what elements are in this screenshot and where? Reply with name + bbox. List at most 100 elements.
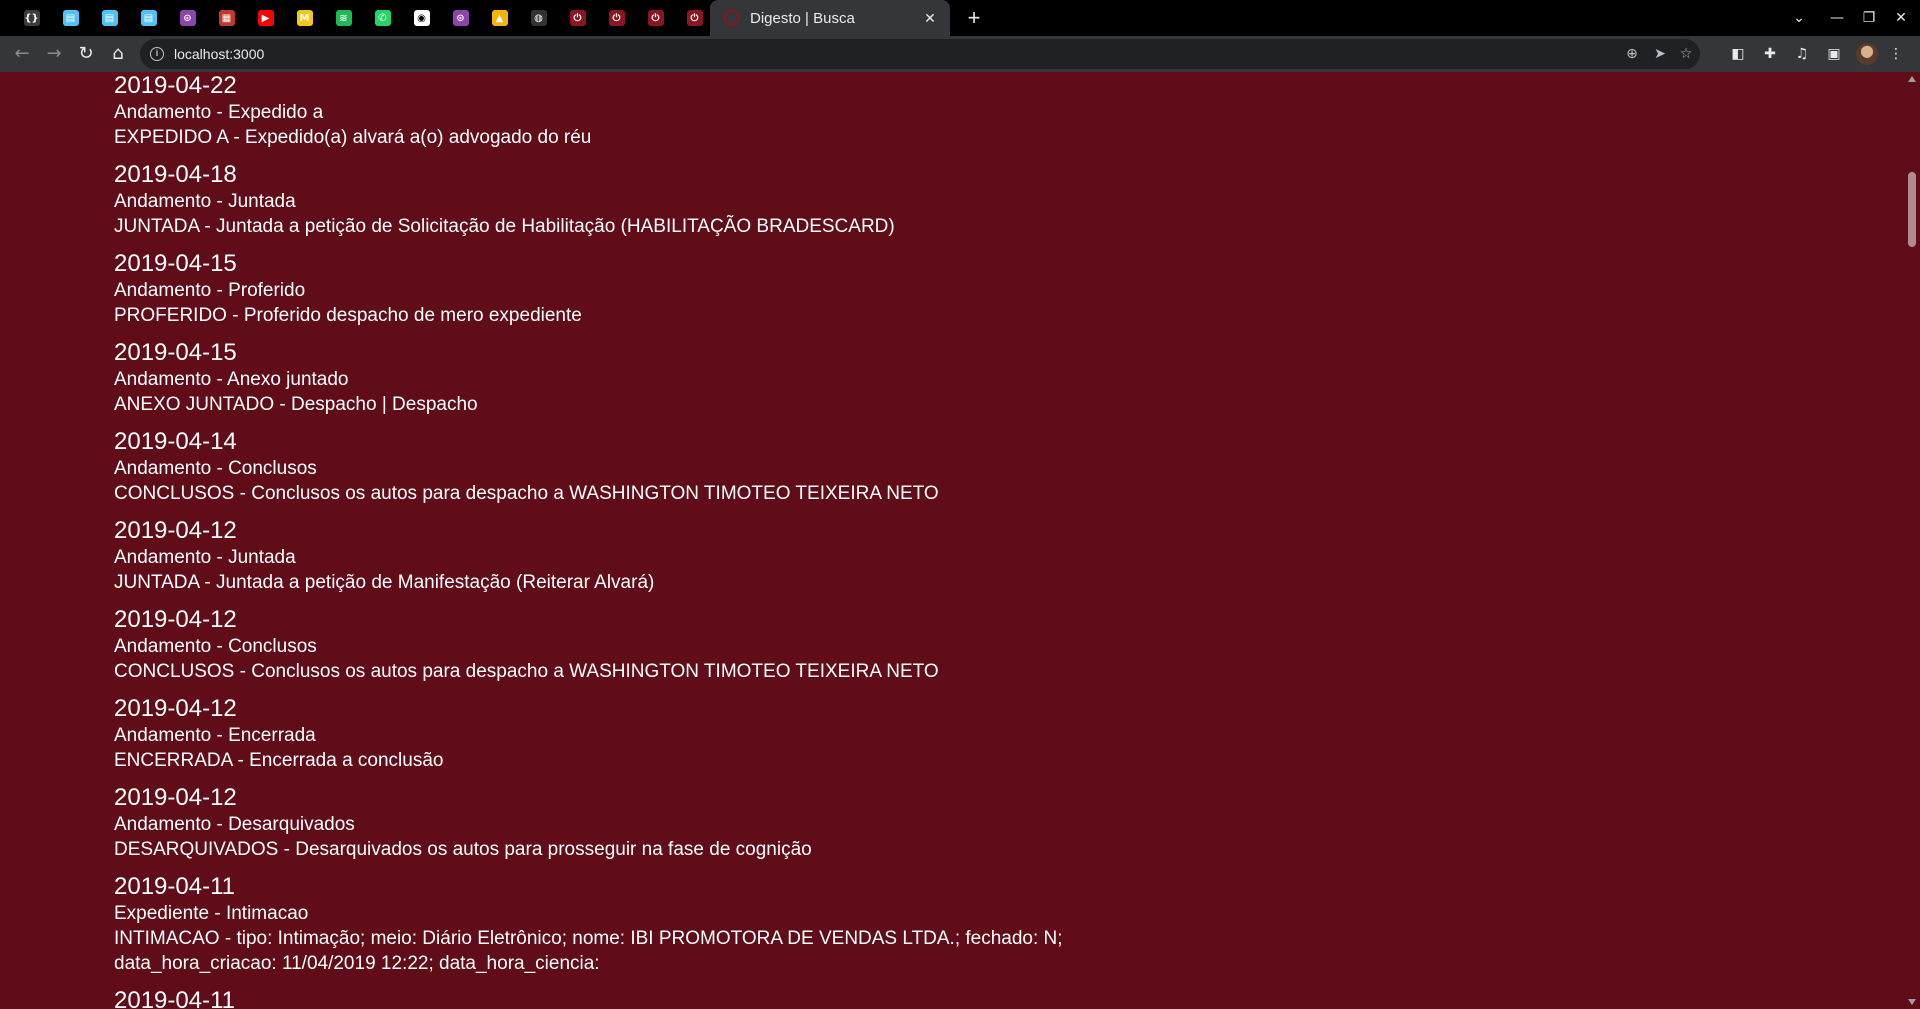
entry-type: Andamento - Conclusos xyxy=(114,458,317,479)
entry-type: Andamento - Encerrada xyxy=(114,725,316,746)
entry-date: 2019-04-12 xyxy=(114,695,237,722)
pinned-tab[interactable]: ≋ xyxy=(324,0,363,36)
youtube-icon: ▶ xyxy=(257,10,274,26)
pinned-tab[interactable]: ⏻ xyxy=(597,0,636,36)
power-icon: ⏻ xyxy=(569,10,586,26)
pinned-tab[interactable]: ▦ xyxy=(207,0,246,36)
spotify-icon: ≋ xyxy=(335,10,352,26)
entry-description: INTIMACAO - tipo: Intimação; meio: Diári… xyxy=(114,928,1063,974)
window-close-button[interactable]: ✕ xyxy=(1884,0,1918,36)
page-scrollbar[interactable] xyxy=(1904,72,1920,1009)
home-button[interactable]: ⌂ xyxy=(104,40,132,68)
pinned-tab[interactable]: ▤ xyxy=(51,0,90,36)
media-controls-icon[interactable]: ♫ xyxy=(1788,40,1816,68)
side-panel-icon[interactable]: ▣ xyxy=(1820,40,1848,68)
timeline-entry: 2019-04-11Andamento - Expedido a xyxy=(114,987,1174,1009)
entry-type: Andamento - Proferido xyxy=(114,280,306,301)
timeline-entry: 2019-04-12 Andamento - Juntada JUNTADA - J… xyxy=(114,517,1174,595)
entry-description: DESARQUIVADOS - Desarquivados os autos p… xyxy=(114,839,812,860)
entry-date: 2019-04-12 xyxy=(114,784,237,811)
pinned-tab[interactable]: ◍ xyxy=(519,0,558,36)
pinned-tab[interactable]: ▶ xyxy=(246,0,285,36)
notes-page-icon: ▤ xyxy=(62,10,79,26)
entry-date: 2019-04-22 xyxy=(114,72,237,99)
new-tab-button[interactable]: + xyxy=(960,4,988,32)
timeline-entry: 2019-04-12 Andamento - Encerrada ENCERRADA… xyxy=(114,695,1174,773)
purple-circle-icon: ⊙ xyxy=(452,10,469,26)
red-grid-icon: ▦ xyxy=(218,10,235,26)
entry-date: 2019-04-15 xyxy=(114,250,237,277)
timeline-entry: 2019-04-12 Andamento - Desarquivados DESAR… xyxy=(114,784,1174,862)
pinned-tab[interactable]: ⏻ xyxy=(558,0,597,36)
profile-avatar[interactable] xyxy=(1856,43,1878,65)
purple-circle-icon: ⊙ xyxy=(179,10,196,26)
entry-type: Andamento - Juntada xyxy=(114,191,296,212)
google-drive-icon: ▲ xyxy=(491,10,508,26)
entry-date: 2019-04-15 xyxy=(114,339,237,366)
pinned-tab[interactable]: ▤ xyxy=(90,0,129,36)
entry-date: 2019-04-12 xyxy=(114,517,237,544)
timeline-entry: 2019-04-22 Andamento - Expedido a EXPEDIDO… xyxy=(114,72,1174,150)
pinned-tab[interactable]: ▲ xyxy=(480,0,519,36)
timeline-entry: 2019-04-15 Andamento - Proferido PROFERIDO… xyxy=(114,250,1174,328)
power-icon: ⏻ xyxy=(686,10,703,26)
notes-page-icon: ▤ xyxy=(101,10,118,26)
extension-icon[interactable]: ◧ xyxy=(1724,40,1752,68)
entry-description: JUNTADA - Juntada a petição de Manifesta… xyxy=(114,572,655,593)
scroll-up-arrow-icon[interactable] xyxy=(1908,76,1916,82)
browser-menu-icon[interactable]: ⋮ xyxy=(1882,40,1910,68)
scroll-down-arrow-icon[interactable] xyxy=(1908,999,1916,1005)
restore-button[interactable]: ❐ xyxy=(1852,0,1886,36)
pinned-tab[interactable]: ⊙ xyxy=(441,0,480,36)
pinned-tab[interactable]: ✆ xyxy=(363,0,402,36)
forward-button[interactable]: → xyxy=(40,40,68,68)
entry-description: CONCLUSOS - Conclusos os autos para desp… xyxy=(114,661,939,682)
bookmark-star-icon[interactable]: ☆ xyxy=(1672,39,1700,69)
minimize-button[interactable]: — xyxy=(1820,0,1854,36)
tab-search-icon[interactable]: ⌄ xyxy=(1782,0,1816,36)
entry-date: 2019-04-14 xyxy=(114,428,237,455)
github-icon: ◍ xyxy=(530,10,547,26)
pinned-tab[interactable]: ⏻ xyxy=(675,0,714,36)
timeline-entry: 2019-04-14 Andamento - Conclusos CONCLUSOS… xyxy=(114,428,1174,506)
entry-date: 2019-04-11 xyxy=(114,987,235,1009)
zoom-icon[interactable]: ⊕ xyxy=(1618,39,1646,69)
pinned-tabs: {} ▤ ▤ ▤ ⊙ ▦ ▶ M ≋ ✆ ◉ ⊙ ▲ ◍ ⏻ ⏻ ⏻ ⏻ xyxy=(0,0,714,36)
entry-type: Andamento - Juntada xyxy=(114,547,296,568)
entry-date: 2019-04-11 xyxy=(114,873,235,900)
back-button[interactable]: ← xyxy=(8,40,36,68)
browser-tab-strip: {} ▤ ▤ ▤ ⊙ ▦ ▶ M ≋ ✆ ◉ ⊙ ▲ ◍ ⏻ ⏻ ⏻ ⏻ Digesto | Busca ✕ + … xyxy=(0,0,1920,36)
tab-favicon-icon xyxy=(724,10,740,26)
pinned-tab[interactable]: ⏻ xyxy=(636,0,675,36)
timeline-entry: 2019-04-15 Andamento - Anexo juntado ANEXO… xyxy=(114,339,1174,417)
tab-close-icon[interactable]: ✕ xyxy=(920,10,940,27)
tab-digesto-busca[interactable]: Digesto | Busca ✕ xyxy=(710,0,950,36)
entry-description: EXPEDIDO A - Expedido(a) alvará a(o) adv… xyxy=(114,127,592,148)
pinned-tab[interactable]: M xyxy=(285,0,324,36)
browser-toolbar: ← → ↻ ⌂ i localhost:3000 ⊕ ➤ ☆ ◧ ✚ ♫ ▣ ⋮ xyxy=(0,36,1920,72)
url-text[interactable]: localhost:3000 xyxy=(174,39,264,69)
timeline-entry: 2019-04-18 Andamento - Juntada JUNTADA - J… xyxy=(114,161,1174,239)
pinned-tab[interactable]: ▤ xyxy=(129,0,168,36)
entry-date: 2019-04-18 xyxy=(114,161,237,188)
pinned-tab[interactable]: ◉ xyxy=(402,0,441,36)
entry-description: JUNTADA - Juntada a petição de Solicitaç… xyxy=(114,216,895,237)
pinned-tab[interactable]: ⊙ xyxy=(168,0,207,36)
entry-type: Expediente - Intimacao xyxy=(114,903,309,924)
scrollbar-thumb[interactable] xyxy=(1908,172,1916,247)
entry-type: Andamento - Conclusos xyxy=(114,636,317,657)
reload-button[interactable]: ↻ xyxy=(72,40,100,68)
address-bar[interactable]: i localhost:3000 ⊕ ➤ ☆ xyxy=(140,39,1700,69)
send-icon[interactable]: ➤ xyxy=(1646,39,1674,69)
entry-type: Andamento - Anexo juntado xyxy=(114,369,349,390)
site-info-icon[interactable]: i xyxy=(150,47,164,61)
entry-date: 2019-04-12 xyxy=(114,606,237,633)
extensions-puzzle-icon[interactable]: ✚ xyxy=(1756,40,1784,68)
power-icon: ⏻ xyxy=(608,10,625,26)
entry-type: Andamento - Expedido a xyxy=(114,102,324,123)
entry-description: ANEXO JUNTADO - Despacho | Despacho xyxy=(114,394,478,415)
timeline-entry: 2019-04-11 Expediente - Intimacao INTIMACA… xyxy=(114,873,1174,976)
entry-type: Andamento - Desarquivados xyxy=(114,814,355,835)
pinned-tab[interactable]: {} xyxy=(12,0,51,36)
code-braces-icon: {} xyxy=(23,10,40,26)
